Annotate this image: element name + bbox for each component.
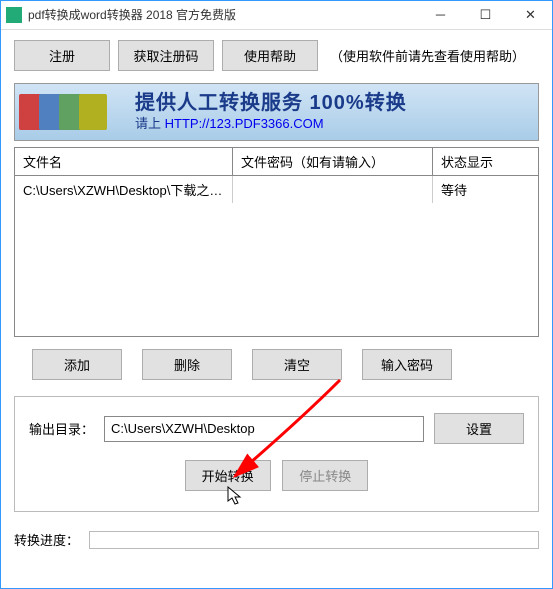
col-status[interactable]: 状态显示 <box>433 148 538 175</box>
settings-button[interactable]: 设置 <box>434 413 524 444</box>
banner-link[interactable]: HTTP://123.PDF3366.COM <box>165 116 324 131</box>
banner-graphic <box>15 84 135 140</box>
cell-password <box>233 176 433 203</box>
get-code-button[interactable]: 获取注册码 <box>118 40 214 71</box>
add-button[interactable]: 添加 <box>32 349 122 380</box>
app-icon <box>6 7 22 23</box>
usage-hint: （使用软件前请先查看使用帮助） <box>330 46 525 65</box>
file-list: 文件名 文件密码（如有请输入） 状态显示 C:\Users\XZWH\Deskt… <box>14 147 539 337</box>
delete-button[interactable]: 删除 <box>142 349 232 380</box>
stop-convert-button: 停止转换 <box>282 460 368 491</box>
cell-filename: C:\Users\XZWH\Desktop\下载之家.... <box>15 176 233 203</box>
banner-title: 提供人工转换服务 100%转换 <box>135 91 538 115</box>
minimize-button[interactable]: ─ <box>418 0 463 30</box>
help-button[interactable]: 使用帮助 <box>222 40 318 71</box>
banner-subtitle: 请上 HTTP://123.PDF3366.COM <box>135 115 538 133</box>
col-filename[interactable]: 文件名 <box>15 148 233 175</box>
clear-button[interactable]: 清空 <box>252 349 342 380</box>
col-password[interactable]: 文件密码（如有请输入） <box>233 148 433 175</box>
close-button[interactable]: ✕ <box>508 0 553 30</box>
register-button[interactable]: 注册 <box>14 40 110 71</box>
output-dir-label: 输出目录： <box>29 419 94 438</box>
progress-bar <box>89 531 539 549</box>
output-dir-input[interactable] <box>104 416 424 442</box>
progress-label: 转换进度： <box>14 530 79 549</box>
window-title: pdf转换成word转换器 2018 官方免费版 <box>28 6 418 23</box>
cell-status: 等待 <box>433 176 538 203</box>
enter-password-button[interactable]: 输入密码 <box>362 349 452 380</box>
maximize-button[interactable]: ☐ <box>463 0 508 30</box>
promo-banner[interactable]: 提供人工转换服务 100%转换 请上 HTTP://123.PDF3366.CO… <box>14 83 539 141</box>
start-convert-button[interactable]: 开始转换 <box>185 460 271 491</box>
table-row[interactable]: C:\Users\XZWH\Desktop\下载之家.... 等待 <box>15 176 538 203</box>
